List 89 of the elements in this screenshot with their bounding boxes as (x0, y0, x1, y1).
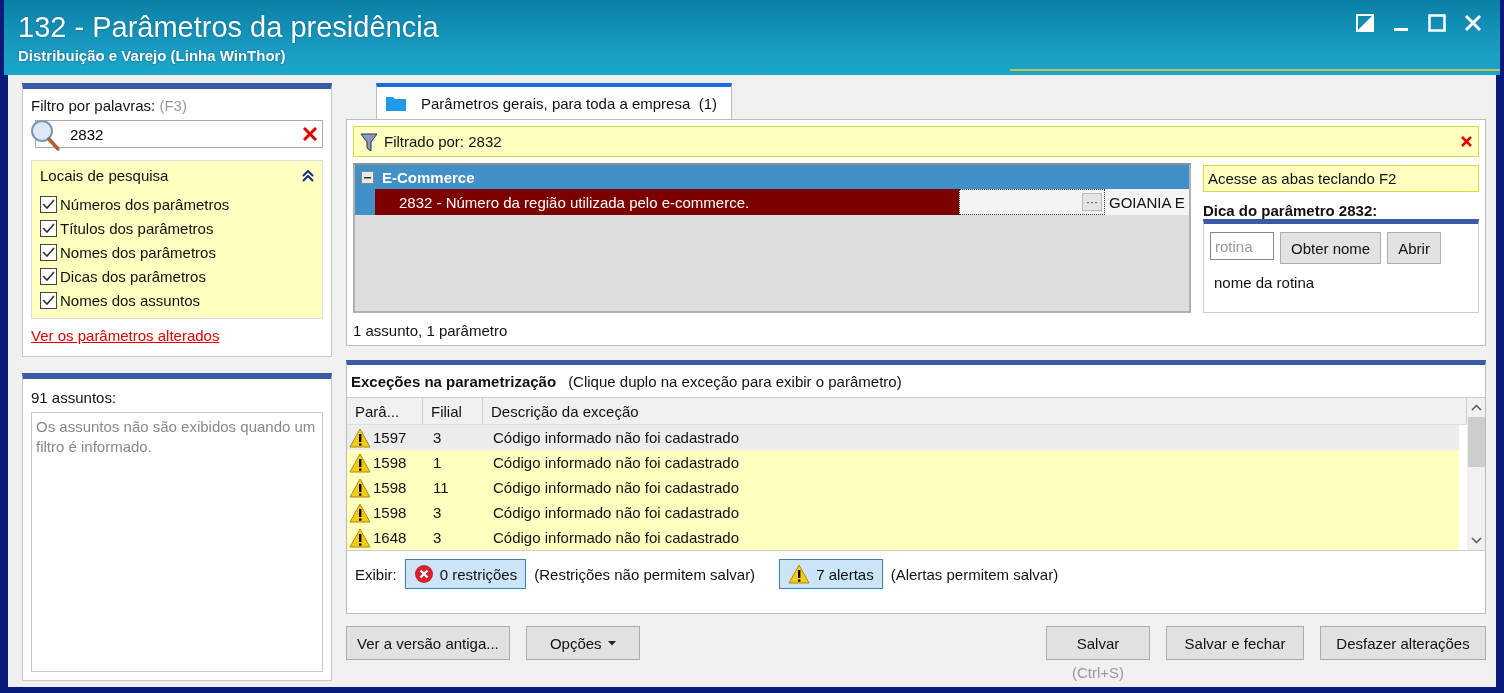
table-cell-text: 11 (432, 478, 450, 499)
filter-text: Filtrado por: 2832 (384, 133, 502, 150)
warning-icon (349, 452, 371, 473)
checkbox-label: Nomes dos parâmetros (60, 243, 216, 261)
checkbox-label: Títulos dos parâmetros (60, 219, 214, 237)
parameter-value-field[interactable]: ··· (959, 189, 1105, 215)
close-icon[interactable] (1464, 14, 1482, 32)
table-cell-text: 3 (432, 428, 443, 449)
scroll-up-icon[interactable] (1470, 404, 1482, 412)
column-header[interactable]: Filial (423, 398, 483, 425)
clear-icon[interactable] (303, 127, 317, 141)
action-button[interactable]: Desfazer alterações (1320, 626, 1486, 660)
table-cell-text: Código informado não foi cadastrado (492, 478, 740, 499)
lookup-value: GOIANIA E (1105, 189, 1189, 215)
warning-icon (349, 502, 371, 523)
warning-icon (788, 564, 811, 585)
summary-text: 1 assunto, 1 parâmetro (353, 320, 509, 341)
action-button[interactable]: Salvar (1046, 626, 1150, 660)
changed-parameters-link[interactable]: Ver os parâmetros alterados (31, 327, 220, 344)
hint-button[interactable]: Abrir (1387, 232, 1441, 264)
hint-title: Dica do parâmetro 2832: (1203, 202, 1379, 219)
shortcut-hint: (Ctrl+S) (1071, 664, 1125, 681)
filter-label: Filtro por palavras: (31, 97, 156, 114)
routine-name: nome da rotina (1213, 274, 1316, 291)
subjects-count: 91 assuntos: (31, 389, 118, 406)
table-row[interactable]: 1648 3 Código informado não foi cadastrado (347, 525, 1459, 551)
filter-note: (Restrições não permitem salvar) (534, 565, 756, 583)
search-icon (29, 118, 61, 152)
checkbox[interactable] (40, 243, 57, 261)
table-cell-text: Código informado não foi cadastrado (492, 503, 740, 524)
table-cell: 1597 (373, 429, 407, 447)
collapse-chevron-icon[interactable] (302, 169, 314, 182)
dropdown-caret-icon (607, 640, 616, 646)
checkbox-label: Números dos parâmetros (60, 195, 230, 213)
table-cell-text: 3 (432, 528, 443, 549)
scrollbar[interactable] (1467, 398, 1485, 551)
subjects-message: Os assuntos não são exibidos quando um filtro é informado. (31, 412, 323, 672)
warning-icon (349, 427, 371, 448)
checkbox[interactable] (40, 195, 57, 213)
clear-filter-icon[interactable] (1461, 136, 1472, 147)
table-cell-text: Código informado não foi cadastrado (492, 528, 740, 549)
folder-icon (385, 94, 407, 112)
warning-icon (349, 477, 371, 498)
scroll-thumb[interactable] (1467, 417, 1485, 468)
scroll-down-icon[interactable] (1470, 537, 1482, 545)
table-row[interactable]: 1598 11 Código informado não foi cadastrado (347, 475, 1459, 501)
checkbox[interactable] (40, 291, 57, 309)
window-title: 132 - Parâmetros da presidência (18, 10, 439, 44)
shortcut-note: Acesse as abas teclando F2 (1203, 165, 1479, 192)
error-icon (413, 564, 434, 585)
window-subtitle: Distribuição e Varejo (Linha WinThor) (18, 47, 287, 64)
filter-toggle-button[interactable]: 7 alertas (779, 559, 883, 590)
routine-field[interactable]: rotina (1210, 232, 1274, 260)
checkbox-label: Dicas dos parâmetros (60, 267, 206, 285)
filter-field[interactable]: 2832 (35, 120, 323, 148)
parameter-row[interactable]: 2832 - Número da região utilizada pelo e-commerce. (375, 189, 959, 215)
funnel-icon (360, 131, 378, 152)
section-title: Exceções na parametrização (351, 372, 557, 390)
tab[interactable]: Parâmetros gerais, para toda a empresa (1) (376, 83, 732, 119)
lookup-button[interactable]: ··· (1082, 193, 1102, 211)
table-cell: 1598 (373, 454, 407, 472)
table-cell-text: Código informado não foi cadastrado (492, 453, 740, 474)
display-label: Exibir: (355, 565, 397, 583)
maximize-icon[interactable] (1428, 14, 1446, 32)
table-cell-text: 1 (432, 453, 443, 474)
section-note: (Clique duplo na exceção para exibir o parâmetro) (568, 372, 902, 390)
hint-button[interactable]: Obter nome (1280, 232, 1382, 264)
table-cell: 1598 (373, 504, 407, 522)
table-cell-text: Código informado não foi cadastrado (492, 428, 740, 449)
shortcut-hint: (F3) (159, 97, 187, 114)
table-cell: 1648 (373, 529, 407, 547)
checkbox-label: Nomes dos assuntos (60, 291, 201, 309)
restore-layout-icon[interactable] (1356, 14, 1374, 32)
column-header[interactable]: Parâ... (347, 398, 423, 425)
table-row[interactable]: 1598 1 Código informado não foi cadastrado (347, 450, 1459, 476)
collapse-icon[interactable] (361, 170, 374, 184)
table-row[interactable]: 1597 3 Código informado não foi cadastrado (347, 425, 1459, 451)
table-cell: 1598 (373, 479, 407, 497)
checkbox[interactable] (40, 267, 57, 285)
checkbox[interactable] (40, 219, 57, 237)
warning-icon (349, 527, 371, 548)
action-button[interactable]: Salvar e fechar (1166, 626, 1304, 660)
filter-toggle-button[interactable]: 0 restrições (404, 559, 527, 590)
toolbar-button[interactable]: Ver a versão antiga... (346, 626, 510, 660)
toolbar-button[interactable]: Opções (525, 626, 640, 660)
table-row[interactable]: 1598 3 Código informado não foi cadastrado (347, 500, 1459, 526)
filter-note: (Alertas permitem salvar) (890, 565, 1059, 583)
table-cell-text: 3 (432, 503, 443, 524)
section-title: Locais de pesquisa (40, 167, 169, 184)
